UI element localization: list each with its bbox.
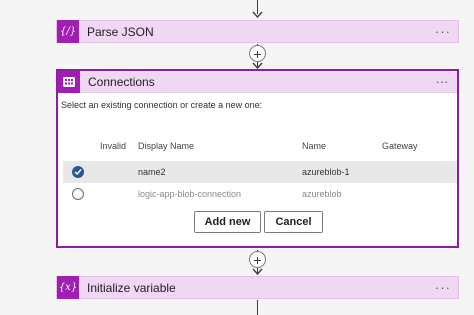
- initialize-variable-title: Initialize variable: [87, 280, 176, 295]
- add-step-button[interactable]: +: [249, 45, 266, 62]
- parse-json-icon: {/}: [57, 20, 79, 43]
- connection-prompt: Select an existing connection or create …: [61, 100, 263, 110]
- connector-line-bottom: [257, 300, 258, 315]
- initialize-variable-more-button[interactable]: ···: [428, 280, 458, 295]
- connections-title: Connections: [88, 74, 155, 89]
- parse-json-more-button[interactable]: ···: [428, 24, 458, 39]
- connections-more-button[interactable]: ···: [427, 74, 457, 89]
- add-step-button[interactable]: +: [249, 251, 266, 268]
- arrow-down-icon: [252, 268, 263, 276]
- connections-table-header: Invalid Display Name Name Gateway: [58, 141, 457, 155]
- variable-icon: {x}: [57, 276, 79, 299]
- parse-json-step[interactable]: {/} Parse JSON ···: [56, 20, 459, 43]
- connection-display-name: logic-app-blob-connection: [138, 189, 242, 199]
- connection-row[interactable]: name2 azureblob-1: [63, 161, 457, 183]
- radio-unchecked-icon[interactable]: [72, 188, 84, 200]
- connections-panel: Connections ··· Select an existing conne…: [56, 69, 459, 248]
- col-display-name: Display Name: [138, 141, 195, 151]
- add-new-button[interactable]: Add new: [194, 211, 261, 233]
- connection-name: azureblob: [302, 189, 342, 199]
- blob-storage-icon: [58, 70, 80, 93]
- arrow-down-icon: [252, 11, 263, 19]
- radio-checked-icon[interactable]: [72, 166, 84, 178]
- parse-json-title: Parse JSON: [87, 24, 154, 39]
- col-gateway: Gateway: [382, 141, 418, 151]
- connection-display-name: name2: [138, 167, 166, 177]
- col-name: Name: [302, 141, 327, 151]
- connection-row[interactable]: logic-app-blob-connection azureblob: [63, 183, 457, 205]
- connections-header[interactable]: Connections ···: [58, 70, 457, 93]
- cancel-button[interactable]: Cancel: [264, 211, 323, 233]
- connection-name: azureblob-1: [302, 167, 350, 177]
- initialize-variable-step[interactable]: {x} Initialize variable ···: [56, 276, 459, 299]
- col-invalid: Invalid: [100, 141, 127, 151]
